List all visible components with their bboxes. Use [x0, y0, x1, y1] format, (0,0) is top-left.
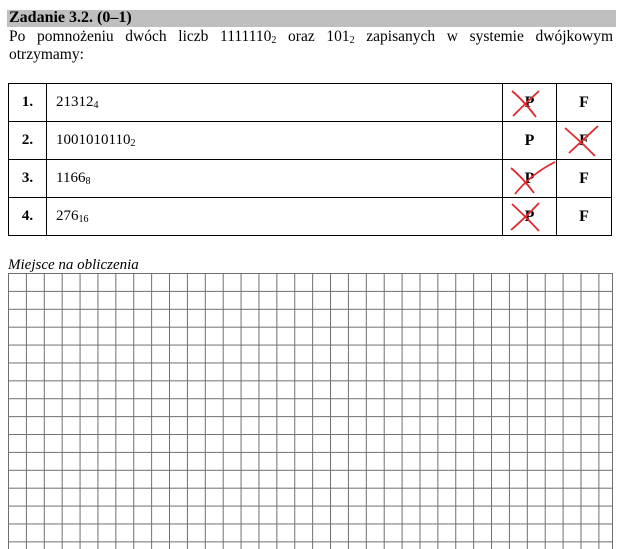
- option-f-cell[interactable]: F: [556, 83, 612, 122]
- option-f-cell[interactable]: F: [556, 121, 612, 160]
- option-number: 3.: [8, 159, 47, 198]
- option-value: 213124: [46, 83, 503, 122]
- options-table: 1. 213124 P F 2. 10010101102 P F 3. 1166…: [8, 83, 612, 236]
- option-value-text: 21312: [56, 94, 94, 110]
- option-row-4: 4. 27616 P F: [8, 197, 612, 236]
- p-label: P: [524, 93, 535, 111]
- f-label: F: [579, 131, 589, 149]
- p-label: P: [524, 131, 535, 149]
- p-label: P: [524, 169, 535, 187]
- task-prompt: Po pomnożeniu dwóch liczb 11111102 oraz …: [9, 28, 613, 64]
- option-value-text: 1001010110: [56, 132, 131, 148]
- option-value-text: 276: [56, 208, 79, 224]
- option-row-1: 1. 213124 P F: [8, 83, 612, 122]
- f-label: F: [579, 169, 589, 187]
- option-row-3: 3. 11668 P F: [8, 159, 612, 198]
- option-p-cell[interactable]: P: [502, 121, 557, 160]
- p-label: P: [524, 207, 535, 225]
- option-p-cell[interactable]: P: [502, 197, 557, 236]
- option-base: 4: [93, 100, 99, 111]
- option-number: 4.: [8, 197, 47, 236]
- f-label: F: [579, 207, 589, 225]
- option-value: 11668: [46, 159, 503, 198]
- option-f-cell[interactable]: F: [556, 159, 612, 198]
- prompt-part-b: oraz 101: [276, 28, 350, 45]
- option-p-cell[interactable]: P: [502, 83, 557, 122]
- option-f-cell[interactable]: F: [556, 197, 612, 236]
- option-base: 2: [130, 138, 136, 149]
- option-row-2: 2. 10010101102 P F: [8, 121, 612, 160]
- prompt-part-a: Po pomnożeniu dwóch liczb 1111110: [9, 28, 272, 45]
- calc-area-label: Miejsce na obliczenia: [8, 257, 139, 273]
- f-label: F: [579, 93, 589, 111]
- option-value: 10010101102: [46, 121, 503, 160]
- option-value-text: 1166: [56, 170, 86, 186]
- option-p-cell[interactable]: P: [502, 159, 557, 198]
- option-number: 1.: [8, 83, 47, 122]
- option-base: 16: [78, 214, 89, 225]
- option-base: 8: [85, 176, 91, 187]
- task-title: Zadanie 3.2. (0–1): [9, 9, 132, 26]
- option-number: 2.: [8, 121, 47, 160]
- calculation-grid[interactable]: [8, 273, 613, 549]
- option-value: 27616: [46, 197, 503, 236]
